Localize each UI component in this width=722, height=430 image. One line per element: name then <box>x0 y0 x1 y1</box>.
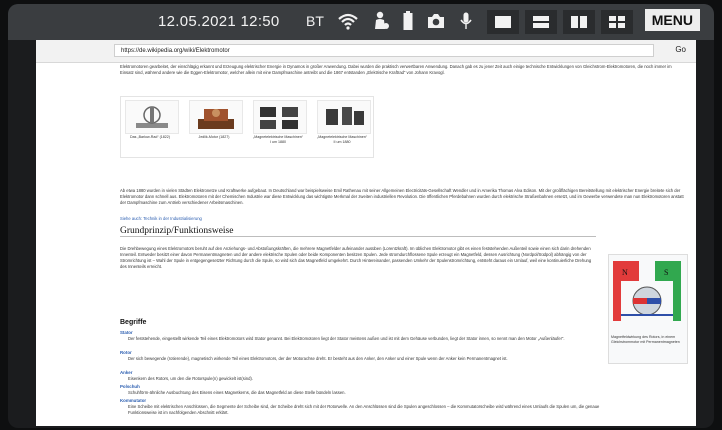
gallery-image-jedlik-motor[interactable] <box>189 100 243 134</box>
image-gallery: Das „Barlow-Rad“ (1822) Jedlik-Motor (18… <box>120 96 374 158</box>
bluetooth-label: BT <box>306 13 324 29</box>
gallery-caption: „Magnetelektrische Maschinen“ II um 1880 <box>317 135 367 144</box>
principle-paragraph: Die Drehbewegung eines Elektromotors ber… <box>120 246 592 269</box>
gallery-image-machines-2[interactable] <box>317 100 371 134</box>
status-bar: 12.05.2021 12:50 BT MENU <box>8 4 714 40</box>
url-input[interactable]: https://de.wikipedia.org/wiki/Elektromot… <box>114 44 654 57</box>
wifi-icon <box>337 12 359 30</box>
camera-icon[interactable] <box>426 13 446 29</box>
battery-icon <box>403 11 413 31</box>
layout-vertical-split-button[interactable] <box>563 10 595 34</box>
tablet-frame: 12.05.2021 12:50 BT MENU https://de.wiki… <box>8 4 714 428</box>
status-icons: BT <box>306 11 473 31</box>
menu-button[interactable]: MENU <box>644 9 700 31</box>
gallery-image-barlow-wheel[interactable] <box>125 100 179 134</box>
term-definition: Eine Scheibe mit elektrischen Anschlüsse… <box>128 404 600 415</box>
user-accessibility-icon <box>372 11 390 31</box>
layout-horizontal-split-icon <box>533 16 549 28</box>
gallery-image-machines-1[interactable] <box>253 100 307 134</box>
north-pole-label: N <box>622 268 628 277</box>
motor-diagram-figure[interactable]: N S Magnetfeldwirkung des Rotors, in ein… <box>608 254 688 364</box>
layout-single-icon <box>495 16 511 28</box>
address-bar: https://de.wikipedia.org/wiki/Elektromot… <box>36 40 696 63</box>
gallery-caption: Jedlik-Motor (1827) <box>198 135 230 139</box>
term-definition: Schuhförm-ähnliche Ausbuchtung des Eisen… <box>128 390 346 395</box>
gallery-caption: „Magnetelektrische Maschinen“ I um 1880 <box>253 135 303 144</box>
layout-vertical-split-icon <box>571 16 587 28</box>
layout-horizontal-split-button[interactable] <box>525 10 557 34</box>
motor-diagram-image: N S <box>613 261 681 321</box>
history-paragraph: Ab etwa 1880 wurden in vielen Städten El… <box>120 188 684 205</box>
south-pole-label: S <box>664 268 668 277</box>
term-definition: Der sich bewegende (rotierende), magneti… <box>128 356 508 361</box>
go-button[interactable]: Go <box>675 45 686 54</box>
article-content: Elektromotoren gearbeitet, der einschläg… <box>116 62 688 426</box>
intro-paragraph: Elektromotoren gearbeitet, der einschläg… <box>120 64 672 75</box>
layout-grid-button[interactable] <box>601 10 633 34</box>
subheading-terms: Begriffe <box>120 319 147 326</box>
microphone-icon[interactable] <box>459 12 473 30</box>
status-datetime: 12.05.2021 12:50 <box>158 13 280 30</box>
section-heading: Grundprinzip/Funktionsweise <box>120 226 596 237</box>
layout-grid-icon <box>609 16 625 28</box>
see-also-link[interactable]: Siehe auch: Technik in der Industrialisi… <box>120 216 420 222</box>
term-definition: Eisenkern des Rotors, um den die Rotorsp… <box>128 376 253 381</box>
layout-single-button[interactable] <box>487 10 519 34</box>
term-definition: Der feststehende, eingestellt wirkende T… <box>128 336 565 341</box>
layout-buttons <box>487 10 633 34</box>
gallery-caption: Das „Barlow-Rad“ (1822) <box>130 135 170 139</box>
browser-screen: https://de.wikipedia.org/wiki/Elektromot… <box>36 40 696 426</box>
